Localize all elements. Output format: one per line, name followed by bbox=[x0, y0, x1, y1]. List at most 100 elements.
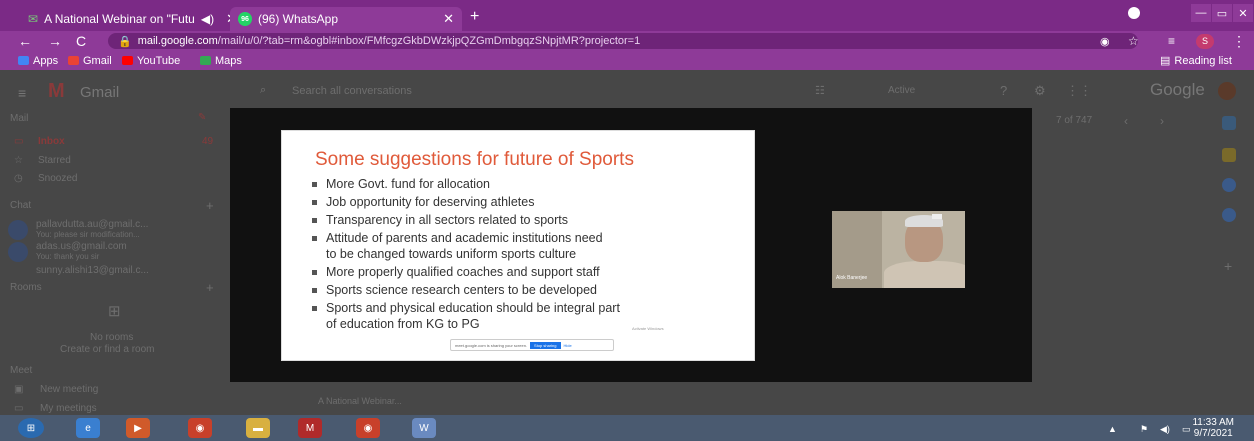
chrome-profile-icon[interactable]: ◉ bbox=[356, 418, 380, 438]
video-indicator bbox=[932, 214, 942, 219]
chrome-icon[interactable]: ◉ bbox=[188, 418, 212, 438]
attachment-chip[interactable]: A National Webinar... bbox=[318, 396, 402, 406]
maximize-button[interactable]: ▭ bbox=[1212, 4, 1232, 22]
keep-side-icon[interactable] bbox=[1222, 148, 1236, 162]
tab-webinar[interactable]: ✉ A National Webinar on "Futu ◀) ✕ bbox=[20, 7, 245, 31]
bookmark-youtube[interactable]: YouTube bbox=[122, 51, 180, 70]
add-room-icon[interactable]: + bbox=[206, 280, 214, 295]
minimize-button[interactable]: — bbox=[1191, 4, 1211, 22]
meet-header[interactable]: Meet bbox=[10, 365, 32, 376]
avatar[interactable]: S bbox=[1196, 34, 1214, 49]
close-icon[interactable]: ✕ bbox=[443, 11, 454, 27]
network-icon[interactable]: ▭ bbox=[1182, 424, 1191, 435]
slide-bullet: More properly qualified coaches and supp… bbox=[312, 265, 600, 279]
bookmark-gmail[interactable]: Gmail bbox=[68, 51, 112, 70]
clock-date: 9/7/2021 bbox=[1193, 428, 1233, 439]
media-player-icon[interactable]: ▶ bbox=[126, 418, 150, 438]
video-icon: ▣ bbox=[14, 384, 24, 395]
create-room-link[interactable]: Create or find a room bbox=[60, 344, 155, 355]
flag-icon[interactable]: ⚑ bbox=[1140, 424, 1148, 435]
star-icon: ☆ bbox=[14, 155, 23, 166]
contacts-side-icon[interactable] bbox=[1222, 208, 1236, 222]
star-icon[interactable]: ☆ bbox=[1128, 31, 1139, 51]
clock-icon: ◷ bbox=[14, 173, 23, 184]
participant-name: Alok Banerjee bbox=[836, 275, 868, 281]
menu-kebab-icon[interactable]: ⋮ bbox=[1232, 31, 1246, 51]
avatar bbox=[8, 242, 28, 262]
tab-whatsapp[interactable]: 96 (96) WhatsApp ✕ bbox=[230, 7, 462, 31]
tab-title: A National Webinar on "Futu bbox=[44, 12, 195, 26]
help-icon[interactable]: ? bbox=[1000, 83, 1007, 98]
chat-name[interactable]: pallavdutta.au@gmail.c... bbox=[36, 219, 148, 230]
reading-list-icon: ▤ bbox=[1160, 55, 1171, 67]
reload-button[interactable]: C bbox=[76, 31, 86, 51]
activate-windows-watermark: Activate Windows bbox=[632, 326, 664, 331]
screen-share-bar: meet.google.com is sharing your screen. … bbox=[450, 339, 614, 351]
slide-bullet: Sports science research centers to be de… bbox=[312, 283, 597, 297]
chat-preview: You: thank you sir bbox=[36, 252, 100, 261]
word-icon[interactable]: W bbox=[412, 418, 436, 438]
chat-name[interactable]: adas.us@gmail.com bbox=[36, 241, 127, 252]
start-button[interactable]: ⊞ bbox=[18, 418, 44, 438]
system-clock[interactable]: 11:33 AM 9/7/2021 bbox=[1192, 417, 1234, 439]
clock-time: 11:33 AM bbox=[1192, 417, 1234, 428]
slide-bullet: Job opportunity for deserving athletes bbox=[312, 195, 534, 209]
folder-inbox[interactable]: Inbox bbox=[38, 136, 65, 147]
reading-mode-icon[interactable]: ≡ bbox=[1168, 31, 1175, 51]
avatar bbox=[8, 220, 28, 240]
next-icon[interactable]: › bbox=[1160, 114, 1164, 128]
file-explorer-icon[interactable]: ▬ bbox=[246, 418, 270, 438]
bookmark-apps[interactable]: Apps bbox=[18, 51, 58, 70]
bookmark-maps[interactable]: Maps bbox=[200, 51, 242, 70]
folder-starred[interactable]: Starred bbox=[38, 155, 71, 166]
folder-snoozed[interactable]: Snoozed bbox=[38, 173, 77, 184]
slide-title: Some suggestions for future of Sports bbox=[315, 149, 634, 170]
inbox-count: 49 bbox=[202, 136, 214, 147]
hamburger-menu-icon[interactable]: ≡ bbox=[18, 85, 26, 101]
prev-icon[interactable]: ‹ bbox=[1124, 114, 1128, 128]
slide-bullet: Transparency in all sectors related to s… bbox=[312, 213, 568, 227]
maps-icon bbox=[200, 56, 211, 65]
compose-pencil-icon[interactable]: ✎ bbox=[198, 112, 206, 123]
stop-sharing-button[interactable]: Stop sharing bbox=[530, 341, 561, 349]
whatsapp-icon: 96 bbox=[238, 12, 252, 26]
rooms-grid-icon: ⊞ bbox=[108, 303, 121, 320]
hide-button[interactable]: Hide bbox=[564, 343, 572, 348]
search-input[interactable]: Search all conversations bbox=[292, 85, 412, 97]
new-meeting-link[interactable]: New meeting bbox=[40, 384, 98, 395]
slide-bullet: Sports and physical education should be … bbox=[312, 301, 620, 315]
tasks-side-icon[interactable] bbox=[1222, 178, 1236, 192]
close-window-button[interactable]: ✕ bbox=[1233, 4, 1253, 22]
profile-record-icon[interactable] bbox=[1128, 7, 1140, 19]
rooms-header[interactable]: Rooms bbox=[10, 282, 42, 293]
gmail-icon bbox=[68, 56, 79, 65]
calendar-icon: ▭ bbox=[14, 403, 24, 414]
add-addon-icon[interactable]: + bbox=[1224, 258, 1232, 274]
volume-icon[interactable]: ◀) bbox=[1160, 424, 1170, 435]
tab-title: (96) WhatsApp bbox=[258, 12, 339, 26]
internet-explorer-icon[interactable]: e bbox=[76, 418, 100, 438]
gear-icon[interactable]: ⚙ bbox=[1034, 83, 1046, 99]
search-icon: ⌕ bbox=[260, 84, 267, 96]
chat-name[interactable]: sunny.alishi13@gmail.c... bbox=[36, 265, 149, 276]
filter-icon[interactable]: ☷ bbox=[815, 84, 825, 97]
calendar-side-icon[interactable] bbox=[1222, 116, 1236, 130]
forward-button[interactable]: → bbox=[48, 31, 62, 51]
new-tab-button[interactable]: + bbox=[470, 8, 479, 26]
reading-list-label: Reading list bbox=[1174, 54, 1232, 67]
eye-icon[interactable]: ◉ bbox=[1100, 31, 1110, 51]
mail-header[interactable]: Mail bbox=[10, 113, 28, 124]
account-avatar[interactable] bbox=[1218, 82, 1236, 100]
tray-arrow-icon[interactable]: ▲ bbox=[1108, 424, 1117, 434]
my-meetings-link[interactable]: My meetings bbox=[40, 403, 97, 414]
youtube-icon bbox=[122, 56, 133, 65]
gmail-app-icon[interactable]: M bbox=[298, 418, 322, 438]
reading-list-button[interactable]: ▤ Reading list bbox=[1160, 51, 1232, 70]
add-chat-icon[interactable]: + bbox=[206, 198, 214, 213]
back-button[interactable]: ← bbox=[18, 31, 32, 51]
apps-icon[interactable]: ⋮⋮ bbox=[1066, 83, 1092, 99]
url-path: /mail/u/0/?tab=rm&ogbl#inbox/FMfcgzGkbDW… bbox=[217, 35, 641, 47]
url-field[interactable]: 🔒 mail.google.com /mail/u/0/?tab=rm&ogbl… bbox=[108, 33, 1138, 49]
status-badge[interactable]: Active bbox=[888, 85, 915, 96]
chat-header[interactable]: Chat bbox=[10, 200, 31, 211]
